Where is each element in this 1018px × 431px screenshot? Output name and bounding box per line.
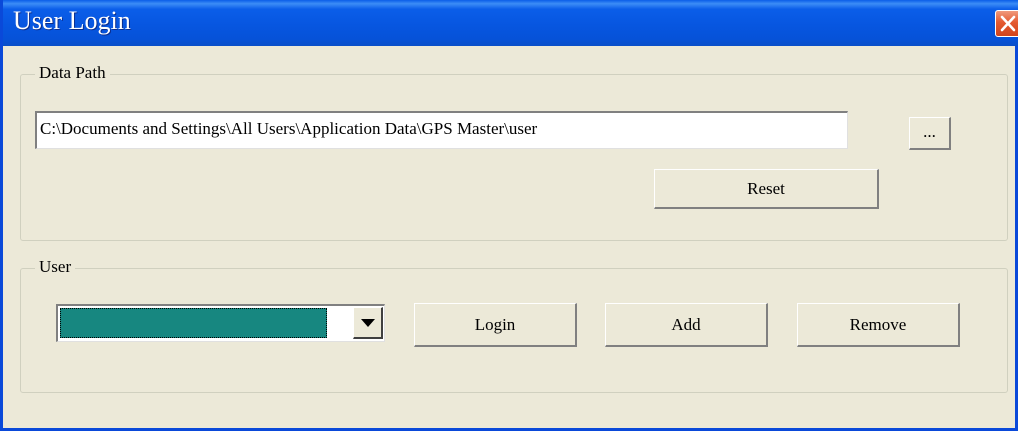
window-title: User Login	[13, 6, 131, 35]
remove-button[interactable]: Remove	[797, 303, 960, 347]
add-button[interactable]: Add	[605, 303, 768, 347]
remove-button-label: Remove	[849, 314, 907, 334]
chevron-down-icon	[360, 318, 375, 327]
user-group: User Login Add Remove	[20, 257, 1008, 393]
reset-button-label: Reset	[747, 178, 785, 198]
data-path-input[interactable]: C:\Documents and Settings\All Users\Appl…	[35, 111, 848, 149]
user-select-dropdown-button[interactable]	[353, 307, 383, 339]
add-button-label: Add	[671, 314, 701, 334]
user-group-label: User	[35, 257, 76, 277]
user-select-value	[60, 308, 327, 338]
title-bar[interactable]: User Login	[3, 0, 1018, 46]
user-select[interactable]	[56, 304, 385, 342]
browse-button-label: ...	[923, 122, 936, 141]
close-button[interactable]	[995, 10, 1018, 37]
data-path-group: Data Path C:\Documents and Settings\All …	[20, 63, 1008, 241]
login-button[interactable]: Login	[414, 303, 577, 347]
browse-button[interactable]: ...	[909, 117, 951, 150]
login-button-label: Login	[474, 314, 516, 334]
reset-button[interactable]: Reset	[654, 169, 879, 209]
login-window: User Login Data Path C:\Documents and Se…	[0, 0, 1018, 431]
data-path-group-label: Data Path	[35, 63, 110, 83]
close-icon	[1000, 15, 1016, 32]
dialog-body: Data Path C:\Documents and Settings\All …	[12, 46, 1015, 428]
